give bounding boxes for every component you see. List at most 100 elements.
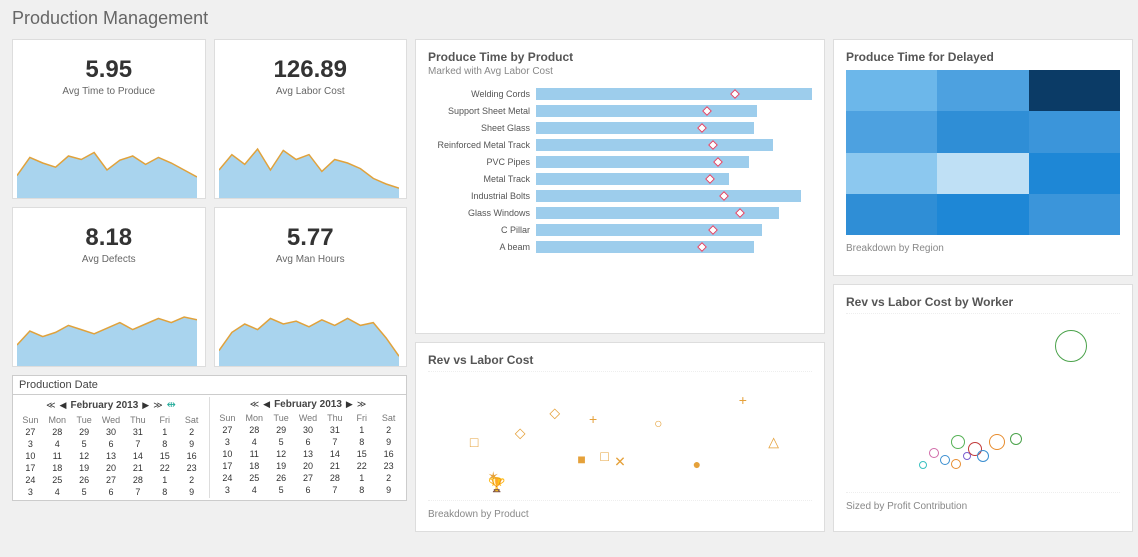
calendar-day[interactable]: 27 (295, 472, 322, 484)
produce-time-card[interactable]: Produce Time by Product Marked with Avg … (415, 39, 825, 334)
calendar-day[interactable]: 3 (17, 486, 44, 498)
calendar-day[interactable]: 9 (375, 436, 402, 448)
calendar-day[interactable]: 29 (268, 424, 295, 436)
calendar-day[interactable]: 16 (375, 448, 402, 460)
calendar-day[interactable]: 25 (44, 474, 71, 486)
calendar-day[interactable]: 30 (295, 424, 322, 436)
calendar-day[interactable]: 7 (321, 436, 348, 448)
calendar-day[interactable]: 4 (241, 484, 268, 496)
calendar-day[interactable]: 2 (375, 472, 402, 484)
cal-prev-fast-icon[interactable]: ≪ (46, 400, 55, 411)
calendar-day[interactable]: 9 (375, 484, 402, 496)
calendar-day[interactable]: 8 (151, 438, 178, 450)
cal-next-icon[interactable]: ▶ (142, 400, 149, 411)
calendar-day[interactable]: 8 (348, 484, 375, 496)
calendar-day[interactable]: 25 (241, 472, 268, 484)
calendar-day[interactable]: 9 (178, 486, 205, 498)
calendar-day[interactable]: 31 (124, 426, 151, 438)
calendar-day[interactable]: 4 (241, 436, 268, 448)
calendar-day[interactable]: 14 (321, 448, 348, 460)
calendar-day[interactable]: 2 (178, 474, 205, 486)
calendar-day[interactable]: 1 (348, 472, 375, 484)
calendar-day[interactable]: 16 (178, 450, 205, 462)
cal-prev-icon[interactable]: ◀ (263, 399, 270, 410)
delayed-card[interactable]: Produce Time for Delayed Breakdown by Re… (833, 39, 1133, 276)
cal-prev-icon[interactable]: ◀ (60, 400, 67, 411)
calendar-day[interactable]: 12 (71, 450, 98, 462)
calendar-day[interactable]: 3 (214, 436, 241, 448)
calendar-day[interactable]: 22 (151, 462, 178, 474)
calendar-day[interactable]: 15 (151, 450, 178, 462)
calendar-day[interactable]: 8 (348, 436, 375, 448)
calendar-day[interactable]: 23 (178, 462, 205, 474)
kpi-card-defects[interactable]: 8.18 Avg Defects (12, 207, 206, 367)
calendar-day[interactable]: 1 (151, 474, 178, 486)
calendar-day[interactable]: 6 (295, 484, 322, 496)
calendar-day[interactable]: 29 (71, 426, 98, 438)
kpi-card-labor[interactable]: 126.89 Avg Labor Cost (214, 39, 408, 199)
calendar-day[interactable]: 13 (295, 448, 322, 460)
calendar-day[interactable]: 9 (178, 438, 205, 450)
calendar-day[interactable]: 27 (98, 474, 125, 486)
calendar-day[interactable]: 21 (321, 460, 348, 472)
calendar-day[interactable]: 28 (44, 426, 71, 438)
kpi-card-manhours[interactable]: 5.77 Avg Man Hours (214, 207, 408, 367)
calendar-day[interactable]: 8 (151, 486, 178, 498)
calendar-day[interactable]: 5 (268, 484, 295, 496)
calendar-day[interactable]: 14 (124, 450, 151, 462)
calendar-day[interactable]: 13 (98, 450, 125, 462)
calendar-day[interactable]: 28 (124, 474, 151, 486)
calendar-day[interactable]: 26 (71, 474, 98, 486)
calendar-day[interactable]: 18 (241, 460, 268, 472)
calendar-day[interactable]: 15 (348, 448, 375, 460)
calendar-day[interactable]: 7 (321, 484, 348, 496)
cal-next-icon[interactable]: ▶ (346, 399, 353, 410)
calendar-day[interactable]: 4 (44, 438, 71, 450)
calendar-day[interactable]: 20 (295, 460, 322, 472)
calendar-day[interactable]: 30 (98, 426, 125, 438)
calendar-day[interactable]: 27 (214, 424, 241, 436)
calendar-day[interactable]: 6 (98, 438, 125, 450)
calendar-day[interactable]: 27 (17, 426, 44, 438)
calendar-day[interactable]: 5 (268, 436, 295, 448)
calendar-day[interactable]: 18 (44, 462, 71, 474)
calendar-day[interactable]: 10 (17, 450, 44, 462)
rev-worker-card[interactable]: Rev vs Labor Cost by Worker Sized by Pro… (833, 284, 1133, 532)
calendar-day[interactable]: 2 (375, 424, 402, 436)
calendar-day[interactable]: 4 (44, 486, 71, 498)
calendar-day[interactable]: 12 (268, 448, 295, 460)
calendar-day[interactable]: 1 (151, 426, 178, 438)
calendar-day[interactable]: 17 (214, 460, 241, 472)
calendar-right[interactable]: ≪ ◀ February 2013 ▶ ≫ SunMonTueWedThuFri… (210, 395, 406, 500)
calendar-day[interactable]: 6 (295, 436, 322, 448)
calendar-day[interactable]: 6 (98, 486, 125, 498)
calendar-day[interactable]: 7 (124, 486, 151, 498)
calendar-day[interactable]: 31 (321, 424, 348, 436)
calendar-day[interactable]: 3 (17, 438, 44, 450)
calendar-day[interactable]: 17 (17, 462, 44, 474)
calendar-day[interactable]: 5 (71, 486, 98, 498)
calendar-left[interactable]: ≪ ◀ February 2013 ▶ ≫ ⇹ SunMonTueWedThuF… (13, 395, 209, 500)
cal-next-fast-icon[interactable]: ≫ (357, 399, 366, 410)
calendar-day[interactable]: 7 (124, 438, 151, 450)
cal-next-fast-icon[interactable]: ≫ (153, 400, 162, 411)
calendar-day[interactable]: 11 (241, 448, 268, 460)
calendar-day[interactable]: 3 (214, 484, 241, 496)
calendar-day[interactable]: 11 (44, 450, 71, 462)
calendar-day[interactable]: 23 (375, 460, 402, 472)
calendar-day[interactable]: 22 (348, 460, 375, 472)
range-slider-icon[interactable]: ⇹ (167, 398, 176, 411)
calendar-day[interactable]: 1 (348, 424, 375, 436)
calendar-day[interactable]: 10 (214, 448, 241, 460)
calendar-day[interactable]: 21 (124, 462, 151, 474)
calendar-day[interactable]: 19 (71, 462, 98, 474)
calendar-day[interactable]: 24 (17, 474, 44, 486)
kpi-card-time[interactable]: 5.95 Avg Time to Produce (12, 39, 206, 199)
calendar-day[interactable]: 28 (321, 472, 348, 484)
rev-labor-card[interactable]: Rev vs Labor Cost □✶🏆◇◇■+□✕○●+△ Breakdow… (415, 342, 825, 532)
cal-prev-fast-icon[interactable]: ≪ (250, 399, 259, 410)
calendar-day[interactable]: 19 (268, 460, 295, 472)
calendar-day[interactable]: 28 (241, 424, 268, 436)
calendar-day[interactable]: 20 (98, 462, 125, 474)
calendar-day[interactable]: 2 (178, 426, 205, 438)
